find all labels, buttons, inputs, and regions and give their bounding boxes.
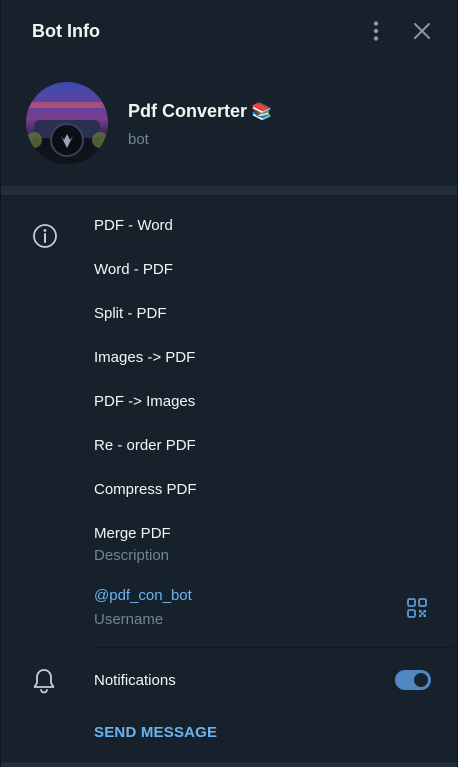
description-line: PDF -> Images — [94, 393, 196, 410]
send-message-button[interactable]: SEND MESSAGE — [94, 724, 217, 741]
bot-name-text: Pdf Converter — [128, 101, 248, 121]
username-row: @pdf_con_bot Username — [94, 586, 192, 630]
info-icon — [33, 224, 57, 248]
bot-profile: Pdf Converter 📚 bot — [1, 62, 457, 186]
row-divider — [94, 647, 454, 648]
bottom-separator — [1, 762, 457, 767]
books-emoji-icon: 📚 — [251, 102, 273, 121]
description-line: Split - PDF — [94, 305, 167, 322]
description-line: PDF - Word — [94, 217, 173, 234]
avatar[interactable] — [26, 82, 108, 164]
description-line: Word - PDF — [94, 261, 173, 278]
notifications-toggle[interactable] — [395, 670, 431, 690]
username-link[interactable]: @pdf_con_bot — [94, 586, 192, 606]
description-caption: Description — [94, 547, 170, 564]
bot-status: bot — [128, 131, 149, 148]
bot-name: Pdf Converter 📚 — [128, 101, 272, 122]
username-caption: Username — [94, 611, 164, 628]
vertical-dots-icon — [373, 21, 379, 41]
toggle-knob — [412, 671, 430, 689]
notifications-label: Notifications — [94, 672, 176, 689]
section-separator — [1, 186, 457, 195]
close-button[interactable] — [407, 16, 437, 46]
panel-header: Bot Info — [1, 0, 457, 62]
bell-icon — [33, 669, 55, 694]
qr-code-icon[interactable] — [405, 596, 429, 620]
panel-title: Bot Info — [32, 21, 100, 41]
bot-info-panel: Bot Info Pdf Converter 📚 bot PDF - Word … — [0, 0, 458, 767]
bot-description: PDF - Word Word - PDF Split - PDF Images… — [94, 214, 394, 566]
close-icon — [414, 23, 430, 39]
description-line: Compress PDF — [94, 481, 197, 498]
description-line: Images -> PDF — [94, 349, 196, 366]
description-line: Merge PDF — [94, 525, 171, 542]
more-options-button[interactable] — [361, 16, 391, 46]
description-line: Re - order PDF — [94, 437, 196, 454]
